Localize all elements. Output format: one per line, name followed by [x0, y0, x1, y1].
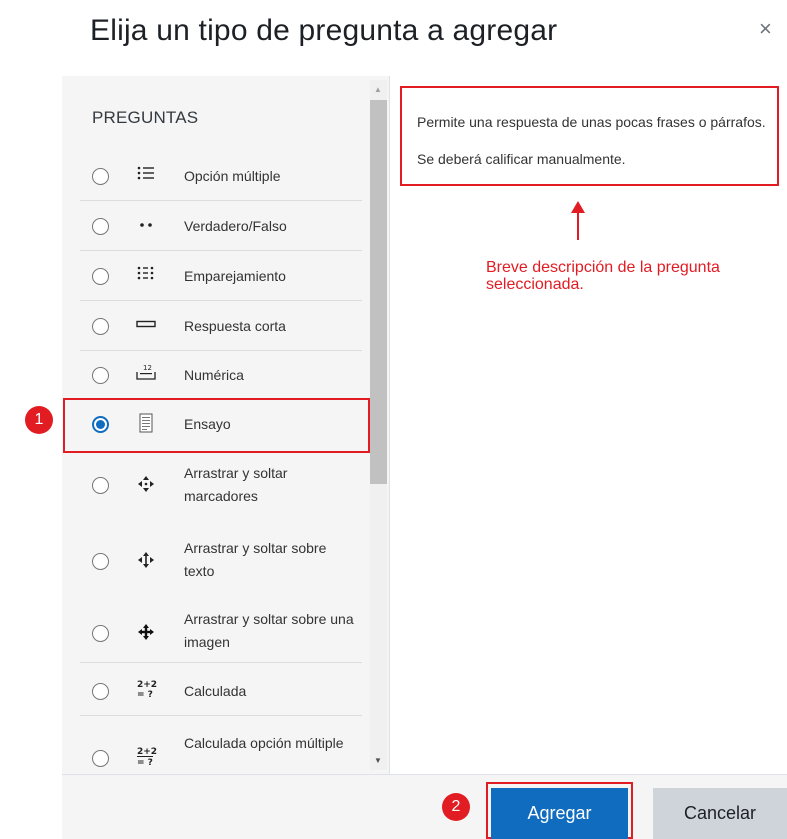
question-label: Opción múltiple: [184, 168, 281, 184]
radio-button[interactable]: [92, 683, 109, 700]
drag-markers-icon: [135, 475, 157, 497]
annotation-text: Breve descripción de la pregunta selecci…: [486, 259, 720, 293]
question-label: Numérica: [184, 367, 244, 383]
section-label: PREGUNTAS: [92, 108, 199, 127]
question-description: Permite una respuesta de unas pocas fras…: [417, 114, 766, 167]
two-dots-icon: [135, 217, 157, 235]
scroll-up-arrow-icon[interactable]: ▲: [374, 85, 382, 94]
question-option-opcion-multiple[interactable]: Opción múltiple: [80, 151, 362, 201]
question-label: Verdadero/Falso: [184, 218, 287, 234]
svg-text:2+2: 2+2: [137, 747, 157, 757]
cancel-button[interactable]: Cancelar: [653, 788, 787, 839]
drag-text-icon: [135, 551, 157, 573]
question-label: Emparejamiento: [184, 268, 286, 284]
add-button[interactable]: Agregar: [491, 788, 628, 839]
list-icon: [135, 165, 157, 185]
question-option-arrastrar-marcadores[interactable]: Arrastrar y soltar marcadores: [80, 460, 362, 515]
annotation-arrow-shaft: [577, 210, 579, 240]
radio-button[interactable]: [92, 367, 109, 384]
selected-option-highlight: [63, 398, 370, 453]
radio-button[interactable]: [92, 625, 109, 642]
svg-text:12: 12: [143, 364, 152, 372]
step-badge-2: 2: [442, 793, 470, 821]
question-label: Respuesta corta: [184, 318, 286, 334]
question-option-calculada[interactable]: 2+2 = ? Calculada: [80, 666, 362, 716]
svg-text:= ?: = ?: [137, 758, 153, 767]
question-option-verdadero-falso[interactable]: Verdadero/Falso: [80, 201, 362, 251]
radio-button[interactable]: [92, 218, 109, 235]
question-label: Calculada opción múltiple: [184, 735, 344, 751]
step-badge-1: 1: [25, 406, 53, 434]
question-label: Arrastrar y soltar sobre una imagen: [184, 611, 354, 650]
radio-button[interactable]: [92, 477, 109, 494]
drag-image-icon: [135, 623, 157, 645]
question-option-respuesta-corta[interactable]: Respuesta corta: [80, 301, 362, 351]
radio-button[interactable]: [92, 168, 109, 185]
question-option-emparejamiento[interactable]: Emparejamiento: [80, 251, 362, 301]
svg-text:2+2: 2+2: [137, 680, 157, 690]
svg-text:= ?: = ?: [137, 690, 153, 700]
short-answer-icon: [135, 317, 157, 335]
matching-icon: [135, 265, 157, 285]
radio-button[interactable]: [92, 318, 109, 335]
numeric-icon: 12: [135, 362, 157, 386]
close-icon[interactable]: ×: [759, 16, 772, 42]
question-label: Arrastrar y soltar sobre texto: [184, 540, 327, 579]
radio-button[interactable]: [92, 750, 109, 767]
radio-button[interactable]: [92, 553, 109, 570]
question-option-arrastrar-texto[interactable]: Arrastrar y soltar sobre texto: [80, 536, 362, 591]
radio-button[interactable]: [92, 268, 109, 285]
scrollbar-thumb[interactable]: [370, 100, 387, 484]
calculated-multi-icon: 2+2 = ?: [135, 745, 157, 771]
question-option-numerica[interactable]: 12 Numérica: [80, 351, 362, 398]
calculated-icon: 2+2 = ?: [135, 678, 157, 704]
question-option-arrastrar-imagen[interactable]: Arrastrar y soltar sobre una imagen: [80, 608, 362, 663]
modal-title: Elija un tipo de pregunta a agregar: [90, 14, 558, 47]
question-label: Calculada: [184, 683, 247, 699]
scroll-down-arrow-icon[interactable]: ▼: [374, 756, 382, 765]
question-label: Arrastrar y soltar marcadores: [184, 465, 288, 504]
